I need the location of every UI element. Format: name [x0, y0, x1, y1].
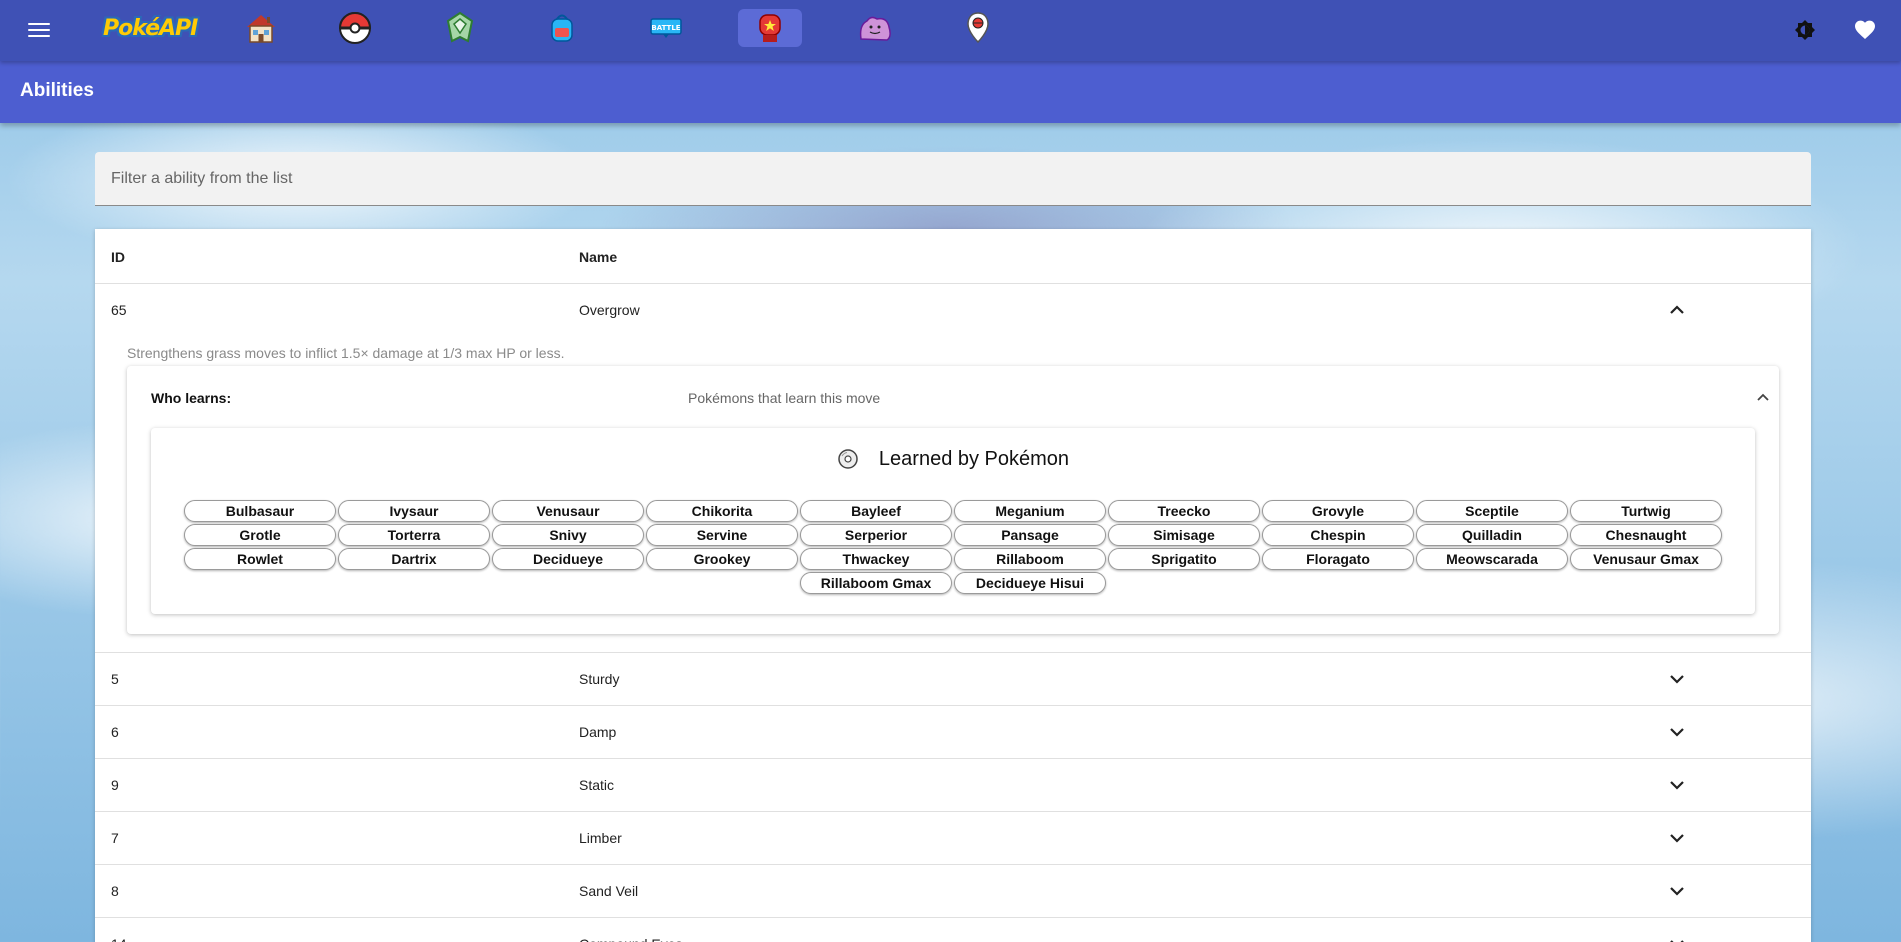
theme-toggle-icon[interactable] — [1793, 18, 1817, 42]
menu-icon[interactable] — [26, 19, 52, 41]
pokemon-chip[interactable]: Torterra — [338, 524, 490, 546]
pokemon-chip[interactable]: Bulbasaur — [184, 500, 336, 522]
row-id: 65 — [111, 302, 127, 318]
row-id: 14 — [111, 936, 127, 942]
pokemon-chip[interactable]: Decidueye — [492, 548, 644, 570]
row-id: 9 — [111, 777, 119, 793]
pokemon-chip[interactable]: Turtwig — [1570, 500, 1722, 522]
who-learns-panel: Who learns: Pokémons that learn this mov… — [127, 366, 1779, 634]
filter-field[interactable] — [95, 152, 1811, 206]
pokemon-chip[interactable]: Treecko — [1108, 500, 1260, 522]
row-name: Limber — [579, 830, 622, 846]
row-name: Compound Eyes — [579, 936, 683, 942]
table-row[interactable]: 14 Compound Eyes — [95, 918, 1811, 942]
pokemon-chip[interactable]: Sceptile — [1416, 500, 1568, 522]
pokemon-chip[interactable]: Grookey — [646, 548, 798, 570]
page-title: Abilities — [20, 80, 94, 101]
row-name: Damp — [579, 724, 617, 740]
map-pin-icon[interactable] — [946, 9, 1010, 47]
page-header: Abilities — [0, 61, 1901, 123]
pokemon-chip[interactable]: Simisage — [1108, 524, 1260, 546]
disc-icon — [838, 449, 858, 469]
chevron-down-icon[interactable] — [1668, 882, 1686, 900]
chevron-down-icon[interactable] — [1668, 829, 1686, 847]
pokemon-chip[interactable]: Venusaur Gmax — [1570, 548, 1722, 570]
backpack-icon[interactable] — [530, 9, 594, 47]
row-name: Sand Veil — [579, 883, 639, 899]
table-row[interactable]: 5 Sturdy — [95, 653, 1811, 706]
ability-details: Strengthens grass moves to inflict 1.5× … — [95, 337, 1811, 653]
learned-by-card: Learned by Pokémon Bulbasaur Ivysaur Venus… — [151, 428, 1755, 614]
pokemon-chip[interactable]: Thwackey — [800, 548, 952, 570]
boxing-glove-icon[interactable] — [738, 9, 802, 47]
favorites-heart-icon[interactable] — [1853, 18, 1877, 42]
pokemon-chip-list: Bulbasaur Ivysaur Venusaur Chikorita Bayleef… — [183, 500, 1723, 594]
pokemon-chip[interactable]: Servine — [646, 524, 798, 546]
ability-description: Strengthens grass moves to inflict 1.5× … — [127, 345, 565, 361]
table-header: ID Name — [95, 229, 1811, 284]
chevron-up-icon[interactable] — [1668, 301, 1686, 319]
row-id: 6 — [111, 724, 119, 740]
row-name: Sturdy — [579, 671, 620, 687]
pokemon-chip[interactable]: Decidueye Hisui — [954, 572, 1106, 594]
filter-input[interactable] — [95, 152, 1811, 205]
pokemon-chip[interactable]: Sprigatito — [1108, 548, 1260, 570]
pokemon-chip[interactable]: Floragato — [1262, 548, 1414, 570]
table-row[interactable]: 8 Sand Veil — [95, 865, 1811, 918]
chevron-down-icon[interactable] — [1668, 723, 1686, 741]
row-id: 8 — [111, 883, 119, 899]
row-id: 5 — [111, 671, 119, 687]
pokemon-chip[interactable]: Chespin — [1262, 524, 1414, 546]
battle-icon[interactable]: BATTLE — [634, 9, 698, 47]
pokemon-chip[interactable]: Venusaur — [492, 500, 644, 522]
chevron-down-icon[interactable] — [1668, 935, 1686, 942]
pokemon-chip[interactable]: Rillaboom — [954, 548, 1106, 570]
who-learns-header[interactable]: Who learns: Pokémons that learn this mov… — [127, 366, 1779, 428]
row-name: Static — [579, 777, 615, 793]
pokemon-chip[interactable]: Pansage — [954, 524, 1106, 546]
table-row[interactable]: 6 Damp — [95, 706, 1811, 759]
abilities-table: ID Name 65 Overgrow Strengthens grass mo… — [95, 229, 1811, 942]
ditto-icon[interactable] — [843, 9, 907, 47]
svg-text:BATTLE: BATTLE — [651, 24, 680, 32]
pokemon-chip[interactable]: Chesnaught — [1570, 524, 1722, 546]
chevron-down-icon[interactable] — [1668, 776, 1686, 794]
learned-by-header: Learned by Pokémon — [151, 444, 1755, 474]
chevron-up-icon[interactable] — [1755, 389, 1771, 405]
row-id: 7 — [111, 830, 119, 846]
chevron-down-icon[interactable] — [1668, 670, 1686, 688]
pokemon-chip[interactable]: Dartrix — [338, 548, 490, 570]
table-row[interactable]: 7 Limber — [95, 812, 1811, 865]
pokemon-chip[interactable]: Quilladin — [1416, 524, 1568, 546]
table-row-expanded[interactable]: 65 Overgrow — [95, 284, 1811, 337]
pokemon-chip[interactable]: Rillaboom Gmax — [800, 572, 952, 594]
column-header-id[interactable]: ID — [111, 249, 125, 265]
top-navbar: PokéAPI BATTLE — [0, 0, 1901, 61]
pokemon-chip[interactable]: Grotle — [184, 524, 336, 546]
who-learns-subtitle: Pokémons that learn this move — [688, 390, 881, 406]
pokeball-icon[interactable] — [323, 9, 387, 47]
row-name: Overgrow — [579, 302, 640, 318]
who-learns-label: Who learns: — [151, 390, 232, 406]
pokemon-chip[interactable]: Bayleef — [800, 500, 952, 522]
learned-by-title: Learned by Pokémon — [878, 447, 1070, 470]
column-header-name[interactable]: Name — [579, 249, 617, 265]
gym-badge-icon[interactable] — [428, 9, 492, 47]
pokemon-chip[interactable]: Serperior — [800, 524, 952, 546]
pokeapi-logo[interactable]: PokéAPI — [103, 12, 198, 46]
pokemon-chip[interactable]: Meganium — [954, 500, 1106, 522]
pokemon-chip[interactable]: Ivysaur — [338, 500, 490, 522]
pokemon-chip[interactable]: Chikorita — [646, 500, 798, 522]
pokemon-chip[interactable]: Grovyle — [1262, 500, 1414, 522]
home-icon[interactable] — [229, 9, 293, 47]
pokemon-chip[interactable]: Meowscarada — [1416, 548, 1568, 570]
pokemon-chip[interactable]: Snivy — [492, 524, 644, 546]
pokemon-chip[interactable]: Rowlet — [184, 548, 336, 570]
table-row[interactable]: 9 Static — [95, 759, 1811, 812]
